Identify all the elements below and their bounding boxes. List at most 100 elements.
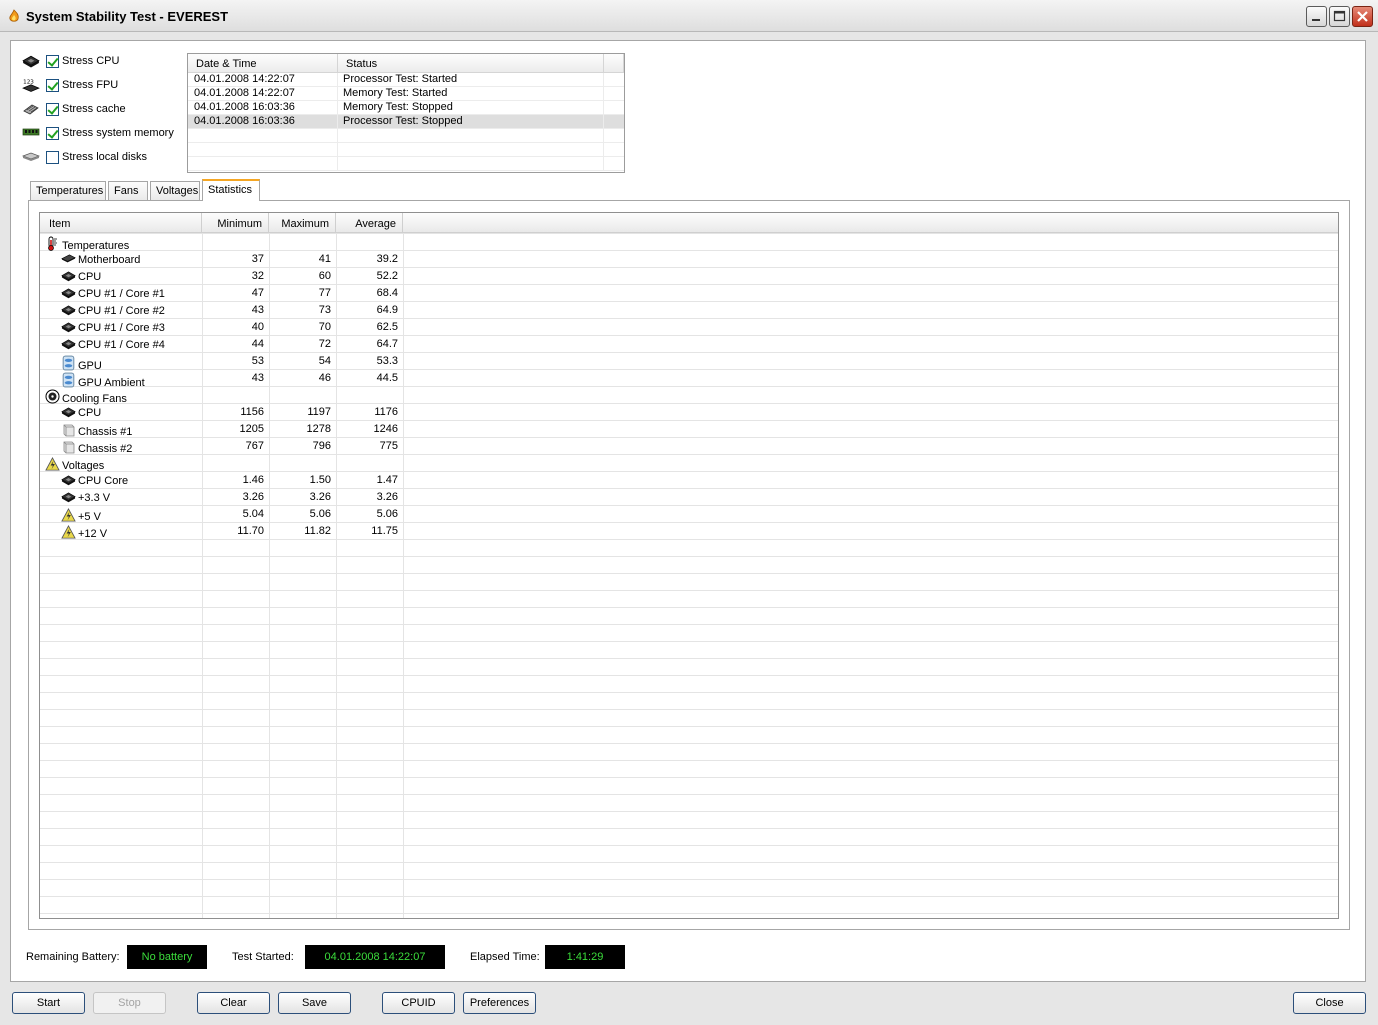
cpu-chip-icon bbox=[61, 491, 76, 504]
stats-row[interactable]: CPU 32 60 52.2 bbox=[40, 268, 1338, 285]
tab-temperatures[interactable]: Temperatures bbox=[30, 181, 106, 200]
stats-row[interactable]: CPU #1 / Core #1 47 77 68.4 bbox=[40, 285, 1338, 302]
stats-row[interactable]: Motherboard 37 41 39.2 bbox=[40, 251, 1338, 268]
stats-row[interactable]: Chassis #1 1205 1278 1246 bbox=[40, 421, 1338, 438]
stats-row[interactable]: CPU #1 / Core #2 43 73 64.9 bbox=[40, 302, 1338, 319]
stress-option-checkbox[interactable] bbox=[46, 78, 59, 92]
tab-fans[interactable]: Fans bbox=[108, 181, 148, 200]
stress-option-checkbox[interactable] bbox=[46, 126, 59, 140]
stress-option-row[interactable]: Stress system memory bbox=[22, 125, 174, 141]
stats-average: 62.5 bbox=[376, 321, 398, 333]
stats-column-item[interactable]: Item bbox=[40, 213, 202, 233]
log-column-filler bbox=[604, 54, 624, 72]
stats-row[interactable]: +5 V 5.04 5.06 5.06 bbox=[40, 506, 1338, 523]
log-status: Memory Test: Started bbox=[338, 87, 604, 100]
stats-row[interactable]: CPU #1 / Core #4 44 72 64.7 bbox=[40, 336, 1338, 353]
stats-maximum: 1.50 bbox=[309, 474, 331, 486]
stats-maximum: 54 bbox=[318, 355, 331, 367]
stats-average: 64.7 bbox=[376, 338, 398, 350]
svg-text:123: 123 bbox=[23, 80, 34, 86]
log-empty-cell bbox=[338, 143, 604, 156]
cpuid-button[interactable]: CPUID bbox=[382, 992, 455, 1014]
stats-row[interactable]: CPU Core 1.46 1.50 1.47 bbox=[40, 472, 1338, 489]
stress-option-checkbox[interactable] bbox=[46, 102, 59, 116]
statistics-table[interactable]: Item Minimum Maximum Average Temperature… bbox=[39, 212, 1339, 919]
stats-item-label: CPU #1 / Core #2 bbox=[78, 305, 165, 318]
gpu-icon bbox=[61, 355, 76, 371]
cpu-chip-icon bbox=[61, 287, 76, 300]
chassis-icon bbox=[61, 423, 76, 437]
cpu-chip-icon bbox=[61, 406, 76, 419]
close-button[interactable]: Close bbox=[1293, 992, 1366, 1014]
stats-minimum: 1.46 bbox=[242, 474, 264, 486]
stats-row[interactable]: GPU 53 54 53.3 bbox=[40, 353, 1338, 372]
stats-average: 53.3 bbox=[376, 355, 398, 367]
stats-maximum: 1197 bbox=[307, 406, 331, 418]
stats-item-label: +3.3 V bbox=[78, 492, 111, 505]
voltage-warning-icon bbox=[61, 508, 76, 522]
stats-row[interactable]: CPU 1156 1197 1176 bbox=[40, 404, 1338, 421]
save-button[interactable]: Save bbox=[278, 992, 351, 1014]
title-bar[interactable]: System Stability Test - EVEREST bbox=[0, 0, 1378, 32]
log-row[interactable] bbox=[188, 129, 624, 143]
stats-minimum: 32 bbox=[251, 270, 264, 282]
stress-option-row[interactable]: Stress local disks bbox=[22, 149, 147, 165]
stats-column-maximum[interactable]: Maximum bbox=[269, 213, 336, 233]
log-row[interactable]: 04.01.2008 16:03:36 Processor Test: Stopp… bbox=[188, 115, 624, 129]
close-icon bbox=[1357, 11, 1368, 22]
log-datetime: 04.01.2008 14:22:07 bbox=[188, 73, 338, 86]
log-column-status[interactable]: Status bbox=[338, 54, 604, 72]
stats-row[interactable]: Chassis #2 767 796 775 bbox=[40, 438, 1338, 455]
stats-maximum: 73 bbox=[318, 304, 331, 316]
voltage-warning-icon bbox=[45, 457, 60, 471]
tab-statistics[interactable]: Statistics bbox=[202, 179, 260, 201]
chassis-icon bbox=[61, 440, 76, 454]
stats-item-label: +5 V bbox=[78, 511, 101, 524]
log-column-datetime[interactable]: Date & Time bbox=[188, 54, 338, 72]
log-row[interactable]: 04.01.2008 14:22:07 Memory Test: Started bbox=[188, 87, 624, 101]
minimize-button[interactable] bbox=[1306, 6, 1327, 27]
maximize-button[interactable] bbox=[1329, 6, 1350, 27]
stats-group-row[interactable]: Cooling Fans bbox=[40, 387, 1338, 405]
stress-option-row[interactable]: Stress cache bbox=[22, 101, 126, 117]
log-row[interactable] bbox=[188, 157, 624, 171]
stats-average: 11.75 bbox=[371, 525, 398, 537]
start-button[interactable]: Start bbox=[12, 992, 85, 1014]
stats-minimum: 47 bbox=[251, 287, 264, 299]
event-log-list[interactable]: Date & Time Status 04.01.2008 14:22:07 Pr… bbox=[187, 53, 625, 173]
stats-row[interactable]: +12 V 11.70 11.82 11.75 bbox=[40, 523, 1338, 540]
stats-group-row[interactable]: Temperatures bbox=[40, 234, 1338, 252]
stats-maximum: 60 bbox=[318, 270, 331, 282]
stats-column-average[interactable]: Average bbox=[336, 213, 403, 233]
stats-row[interactable]: +3.3 V 3.26 3.26 3.26 bbox=[40, 489, 1338, 506]
log-row[interactable]: 04.01.2008 14:22:07 Processor Test: Start… bbox=[188, 73, 624, 87]
stats-row[interactable]: CPU #1 / Core #3 40 70 62.5 bbox=[40, 319, 1338, 336]
stats-column-minimum[interactable]: Minimum bbox=[202, 213, 269, 233]
preferences-button[interactable]: Preferences bbox=[463, 992, 536, 1014]
stats-minimum: 43 bbox=[251, 304, 264, 316]
stats-average: 5.06 bbox=[376, 508, 398, 520]
stress-option-checkbox[interactable] bbox=[46, 150, 59, 164]
stats-maximum: 46 bbox=[318, 372, 331, 384]
stop-button[interactable]: Stop bbox=[93, 992, 166, 1014]
close-window-button[interactable] bbox=[1352, 6, 1373, 27]
clear-button[interactable]: Clear bbox=[197, 992, 270, 1014]
stats-minimum: 53 bbox=[251, 355, 264, 367]
window-title: System Stability Test - EVEREST bbox=[26, 9, 229, 24]
stats-average: 775 bbox=[379, 440, 398, 452]
cpu-chip-icon bbox=[61, 321, 76, 334]
gpu-icon bbox=[61, 372, 76, 388]
elapsed-time-display: 1:41:29 bbox=[545, 945, 625, 969]
stress-option-checkbox[interactable] bbox=[46, 54, 59, 68]
stats-group-row[interactable]: Voltages bbox=[40, 455, 1338, 472]
stats-average: 3.26 bbox=[376, 491, 398, 503]
log-row[interactable]: 04.01.2008 16:03:36 Memory Test: Stopped bbox=[188, 101, 624, 115]
cache-icon bbox=[22, 102, 40, 116]
log-row[interactable] bbox=[188, 143, 624, 157]
fan-icon bbox=[45, 389, 60, 404]
stress-option-row[interactable]: Stress CPU bbox=[22, 53, 119, 69]
stress-option-row[interactable]: 123 Stress FPU bbox=[22, 77, 118, 93]
cpu-chip-icon bbox=[61, 474, 76, 487]
tab-voltages[interactable]: Voltages bbox=[150, 181, 200, 200]
stats-row[interactable]: GPU Ambient 43 46 44.5 bbox=[40, 370, 1338, 389]
